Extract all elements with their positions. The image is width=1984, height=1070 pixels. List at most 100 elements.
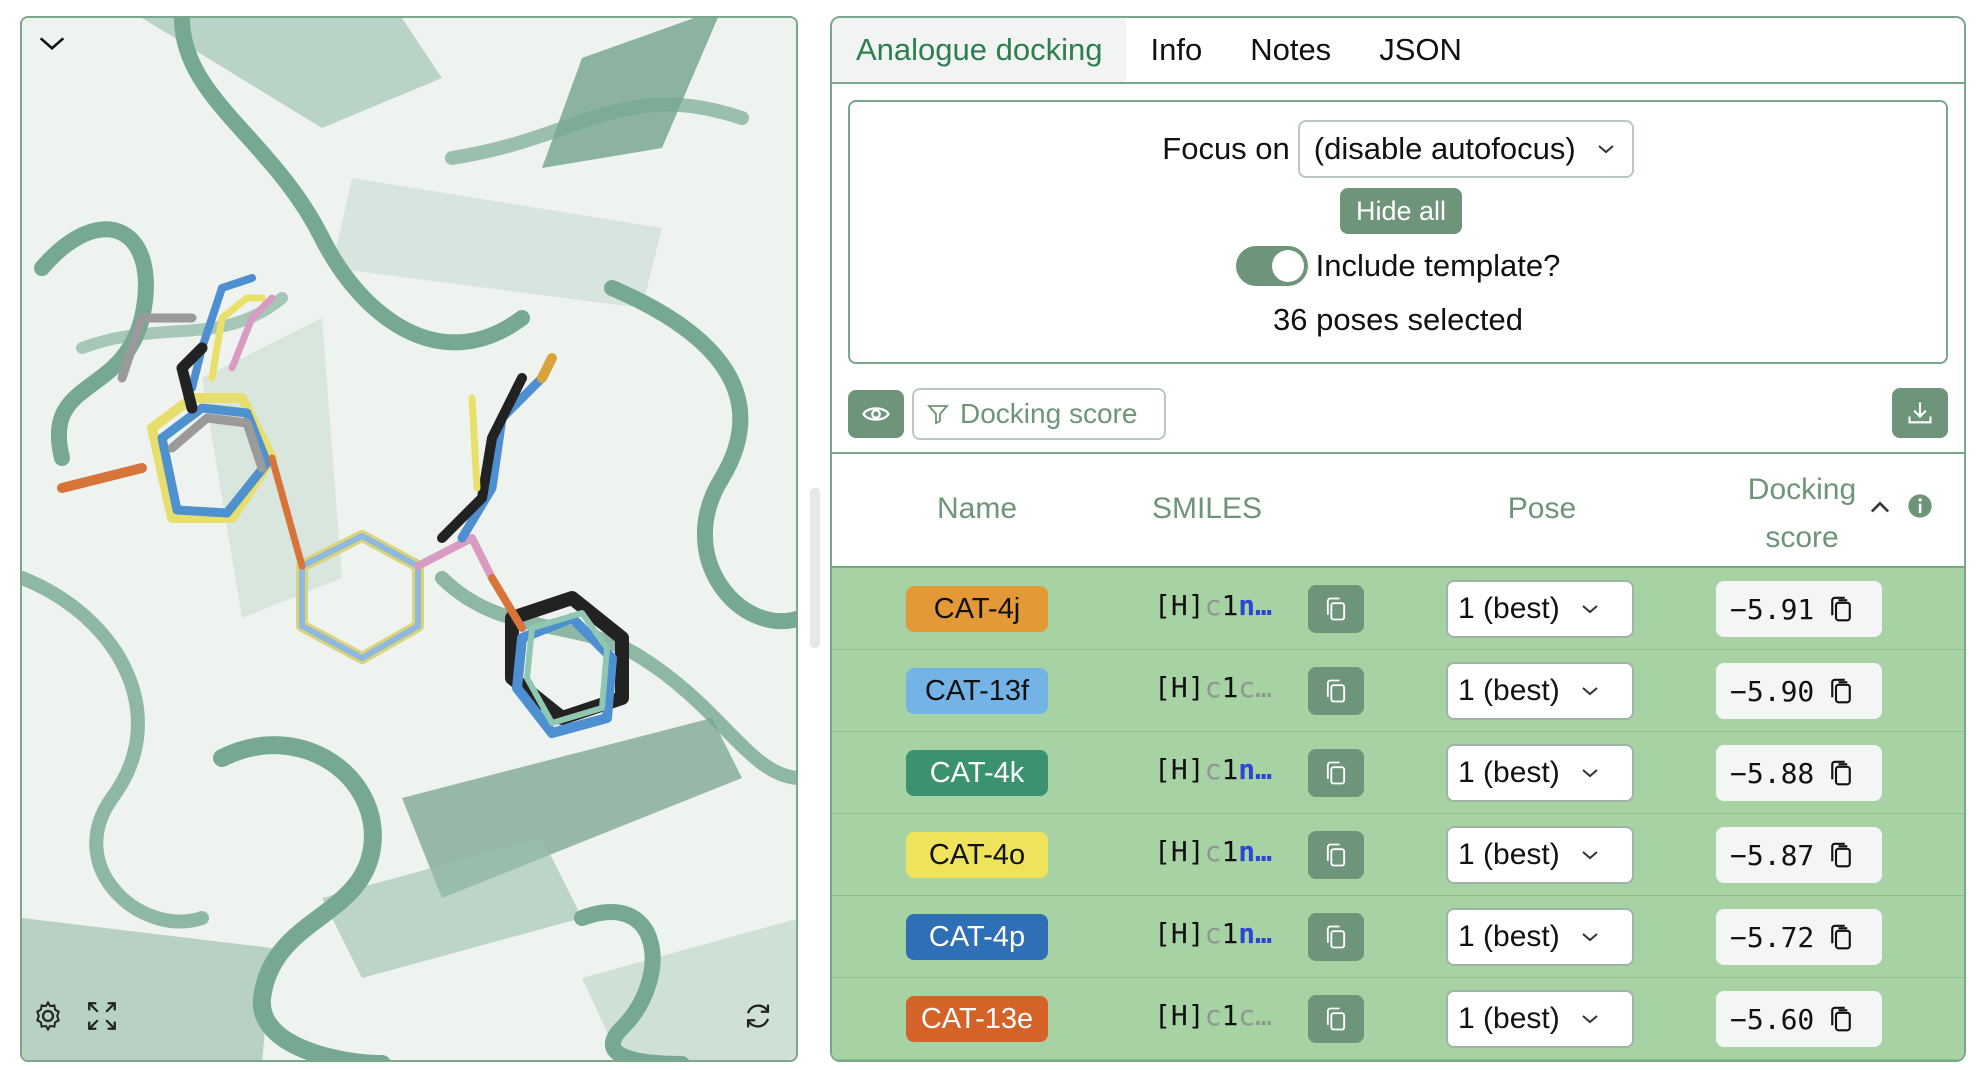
docking-score-value[interactable]: −5.88 bbox=[1716, 745, 1882, 801]
smiles-preview: [H]c1n… bbox=[1154, 589, 1272, 622]
docking-score-value[interactable]: −5.72 bbox=[1716, 909, 1882, 965]
reset-view-button[interactable] bbox=[738, 996, 778, 1036]
copy-icon bbox=[1326, 925, 1346, 949]
compound-name-tag[interactable]: CAT-13e bbox=[906, 996, 1048, 1042]
smiles-preview: [H]c1n… bbox=[1154, 835, 1272, 868]
compound-name-tag[interactable]: CAT-13f bbox=[906, 668, 1048, 714]
chevron-down-icon bbox=[39, 37, 65, 50]
pose-select-value: 1 (best) bbox=[1458, 1002, 1560, 1035]
copy-icon bbox=[1831, 760, 1852, 786]
copy-smiles-button[interactable] bbox=[1308, 913, 1364, 961]
include-template-toggle[interactable] bbox=[1235, 246, 1308, 286]
header-pose[interactable]: Pose bbox=[1442, 492, 1642, 526]
table-row[interactable]: CAT-4j [H]c1n… 1 (best) −5.91 bbox=[832, 568, 1964, 650]
header-smiles[interactable]: SMILES bbox=[1102, 492, 1312, 526]
compound-name-tag[interactable]: CAT-4p bbox=[906, 914, 1048, 960]
table-row[interactable]: CAT-13f [H]c1c… 1 (best) −5.90 bbox=[832, 650, 1964, 732]
gear-icon bbox=[36, 1000, 60, 1032]
tab-analogue-docking[interactable]: Analogue docking bbox=[832, 18, 1127, 82]
smiles-tail: n… bbox=[1238, 589, 1273, 622]
pose-select[interactable]: 1 (best) bbox=[1446, 826, 1634, 884]
smiles-tail: n… bbox=[1238, 917, 1273, 950]
results-table-body: CAT-4j [H]c1n… 1 (best) −5.91 CAT-13f [H]c1c…… bbox=[832, 568, 1964, 1060]
docking-score-value[interactable]: −5.87 bbox=[1716, 827, 1882, 883]
chevron-down-icon bbox=[1582, 769, 1598, 778]
eye-icon bbox=[862, 407, 890, 421]
docking-score-value[interactable]: −5.90 bbox=[1716, 663, 1882, 719]
download-icon bbox=[1908, 402, 1932, 424]
panel-resize-handle[interactable] bbox=[810, 488, 820, 648]
table-toolbar: Docking score bbox=[848, 388, 1948, 440]
copy-smiles-button[interactable] bbox=[1308, 995, 1364, 1043]
copy-smiles-button[interactable] bbox=[1308, 585, 1364, 633]
copy-icon bbox=[1326, 679, 1346, 703]
copy-smiles-button[interactable] bbox=[1308, 831, 1364, 879]
compound-name-tag[interactable]: CAT-4o bbox=[906, 832, 1048, 878]
table-header: Name SMILES Pose Docking score bbox=[832, 454, 1964, 568]
chevron-up-icon[interactable] bbox=[1866, 494, 1894, 522]
smiles-tail: c… bbox=[1238, 671, 1273, 704]
filter-icon bbox=[927, 405, 949, 425]
chevron-down-icon bbox=[1582, 1015, 1598, 1024]
smiles-prefix: [H] bbox=[1154, 589, 1205, 622]
tab-bar: Analogue docking Info Notes JSON bbox=[832, 18, 1964, 84]
include-template-label: Include template? bbox=[1315, 248, 1561, 283]
pose-select-value: 1 (best) bbox=[1458, 756, 1560, 789]
download-button[interactable] bbox=[1892, 388, 1948, 438]
docking-score-text: −5.88 bbox=[1730, 756, 1815, 790]
smiles-tail: c… bbox=[1238, 999, 1273, 1032]
visibility-button[interactable] bbox=[848, 390, 904, 438]
chevron-down-icon bbox=[1598, 145, 1614, 154]
compound-name-tag[interactable]: CAT-4j bbox=[906, 586, 1048, 632]
copy-smiles-button[interactable] bbox=[1308, 749, 1364, 797]
expand-icon bbox=[88, 1002, 116, 1030]
pose-select[interactable]: 1 (best) bbox=[1446, 580, 1634, 638]
copy-icon bbox=[1326, 1007, 1346, 1031]
hide-all-button[interactable]: Hide all bbox=[1340, 188, 1462, 234]
tab-notes[interactable]: Notes bbox=[1226, 18, 1355, 82]
fullscreen-button[interactable] bbox=[82, 996, 122, 1036]
docking-score-text: −5.60 bbox=[1730, 1002, 1815, 1036]
copy-smiles-button[interactable] bbox=[1308, 667, 1364, 715]
copy-icon bbox=[1326, 597, 1346, 621]
docking-score-text: −5.91 bbox=[1730, 592, 1815, 626]
focus-select[interactable]: (disable autofocus) bbox=[1297, 120, 1634, 178]
pose-select[interactable]: 1 (best) bbox=[1446, 908, 1634, 966]
smiles-atom: c bbox=[1204, 671, 1222, 704]
smiles-atom: c bbox=[1204, 753, 1222, 786]
collapse-chevron-button[interactable] bbox=[32, 24, 72, 64]
copy-icon bbox=[1831, 596, 1852, 622]
smiles-tail: n… bbox=[1238, 835, 1273, 868]
docking-score-value[interactable]: −5.91 bbox=[1716, 581, 1882, 637]
table-row[interactable]: CAT-4p [H]c1n… 1 (best) −5.72 bbox=[832, 896, 1964, 978]
smiles-atom: c bbox=[1204, 999, 1222, 1032]
smiles-preview: [H]c1n… bbox=[1154, 917, 1272, 950]
table-row[interactable]: CAT-13e [H]c1c… 1 (best) −5.60 bbox=[832, 978, 1964, 1060]
tab-json[interactable]: JSON bbox=[1355, 18, 1486, 82]
info-icon[interactable] bbox=[1906, 492, 1934, 520]
pose-select[interactable]: 1 (best) bbox=[1446, 990, 1634, 1048]
smiles-prefix: [H] bbox=[1154, 999, 1205, 1032]
pose-select[interactable]: 1 (best) bbox=[1446, 744, 1634, 802]
copy-icon bbox=[1831, 842, 1852, 868]
docking-score-value[interactable]: −5.60 bbox=[1716, 991, 1882, 1047]
smiles-digit: 1 bbox=[1221, 753, 1239, 786]
protein-structure-render[interactable] bbox=[22, 18, 798, 1062]
pose-select-value: 1 (best) bbox=[1458, 674, 1560, 707]
settings-button[interactable] bbox=[28, 996, 68, 1036]
smiles-digit: 1 bbox=[1221, 589, 1239, 622]
smiles-prefix: [H] bbox=[1154, 917, 1205, 950]
structure-viewer[interactable] bbox=[20, 16, 798, 1062]
table-row[interactable]: CAT-4o [H]c1n… 1 (best) −5.87 bbox=[832, 814, 1964, 896]
copy-icon bbox=[1831, 924, 1852, 950]
compound-name-tag[interactable]: CAT-4k bbox=[906, 750, 1048, 796]
table-row[interactable]: CAT-4k [H]c1n… 1 (best) −5.88 bbox=[832, 732, 1964, 814]
header-name[interactable]: Name bbox=[902, 492, 1052, 526]
pose-select[interactable]: 1 (best) bbox=[1446, 662, 1634, 720]
smiles-prefix: [H] bbox=[1154, 671, 1205, 704]
tab-info[interactable]: Info bbox=[1126, 18, 1226, 82]
docking-score-filter-button[interactable]: Docking score bbox=[912, 388, 1166, 440]
smiles-preview: [H]c1c… bbox=[1154, 671, 1272, 704]
smiles-preview: [H]c1c… bbox=[1154, 999, 1272, 1032]
pose-select-value: 1 (best) bbox=[1458, 838, 1560, 871]
